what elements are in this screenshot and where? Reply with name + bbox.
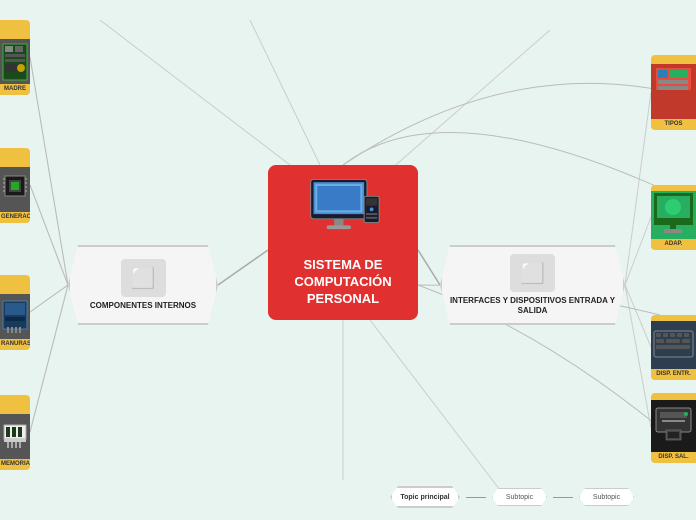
procesador-label: GENERACIÓN <box>0 212 30 223</box>
legend-subtopic2-label: Subtopic <box>593 494 620 501</box>
left-subtopic-label: COMPONENTES INTERNOS <box>85 301 201 311</box>
central-node-title: SISTEMA DE COMPUTACIÓN PERSONAL <box>268 257 418 308</box>
left-item-madre[interactable]: MADRE <box>0 20 30 95</box>
ram-svg <box>1 417 29 457</box>
disp-entr-image <box>651 321 696 369</box>
central-node-icon <box>303 175 383 240</box>
memorias-label: MEMORIAS <box>0 459 30 470</box>
legend-topic-box: Topic principal <box>390 486 460 508</box>
motherboard-svg <box>1 42 29 82</box>
adap-image <box>651 191 696 239</box>
left-item-procesador[interactable]: GENERACIÓN <box>0 148 30 223</box>
disp-entr-label: DISP. ENTR. <box>651 369 696 380</box>
adap-label: ADAP. <box>651 239 696 250</box>
legend-subtopic-box: Subtopic <box>492 488 547 506</box>
right-subtopic-node[interactable]: ⬜ INTERFACES Y DISPOSITIVOS ENTRADA Y SA… <box>440 245 625 325</box>
right-item-tipos[interactable]: TIPOS <box>651 55 696 130</box>
disp-entr-svg <box>652 321 695 369</box>
right-item-disp-sal[interactable]: DISP. SAL. <box>651 393 696 463</box>
left-subtopic-node[interactable]: ⬜ COMPONENTES INTERNOS <box>68 245 218 325</box>
adap-svg <box>652 191 695 239</box>
mindmap-canvas: SISTEMA DE COMPUTACIÓN PERSONAL ⬜ COMPON… <box>0 0 696 520</box>
right-subtopic-label: INTERFACES Y DISPOSITIVOS ENTRADA Y SALI… <box>442 296 623 315</box>
tipos-image <box>651 64 696 119</box>
legend-topic: Topic principal <box>390 486 460 508</box>
legend-subtopic2-box: Subtopic <box>579 488 634 506</box>
disp-sal-label: DISP. SAL. <box>651 452 696 463</box>
card-svg <box>1 297 29 337</box>
legend-connector-2 <box>553 497 573 498</box>
left-subtopic-image: ⬜ <box>121 259 166 297</box>
right-item-adap[interactable]: ADAP. <box>651 185 696 250</box>
legend-topic-label: Topic principal <box>400 494 449 501</box>
tipos-svg <box>652 64 695 119</box>
right-item-disp-entr[interactable]: DISP. ENTR. <box>651 315 696 380</box>
legend-subtopic: Subtopic <box>492 488 547 506</box>
disp-sal-image <box>651 400 696 452</box>
legend-connector-1 <box>466 497 486 498</box>
madre-label: MADRE <box>0 84 30 95</box>
madre-image <box>0 39 30 84</box>
ranuras-image <box>0 294 30 339</box>
legend-subtopic2: Subtopic <box>579 488 634 506</box>
legend: Topic principal Subtopic Subtopic <box>390 486 634 508</box>
cpu-svg <box>1 170 29 210</box>
camera-icon-2: ⬜ <box>520 261 545 286</box>
tipos-label: TIPOS <box>651 119 696 130</box>
left-item-memorias[interactable]: MEMORIAS <box>0 395 30 470</box>
procesador-image <box>0 167 30 212</box>
left-item-ranuras[interactable]: RANURAS <box>0 275 30 350</box>
right-subtopic-image: ⬜ <box>510 254 555 292</box>
ranuras-label: RANURAS <box>0 339 30 350</box>
legend-subtopic-label: Subtopic <box>506 494 533 501</box>
computer-svg <box>306 177 381 239</box>
disp-sal-svg <box>652 400 695 452</box>
camera-icon: ⬜ <box>131 266 156 291</box>
memorias-image <box>0 414 30 459</box>
central-node[interactable]: SISTEMA DE COMPUTACIÓN PERSONAL <box>268 165 418 320</box>
